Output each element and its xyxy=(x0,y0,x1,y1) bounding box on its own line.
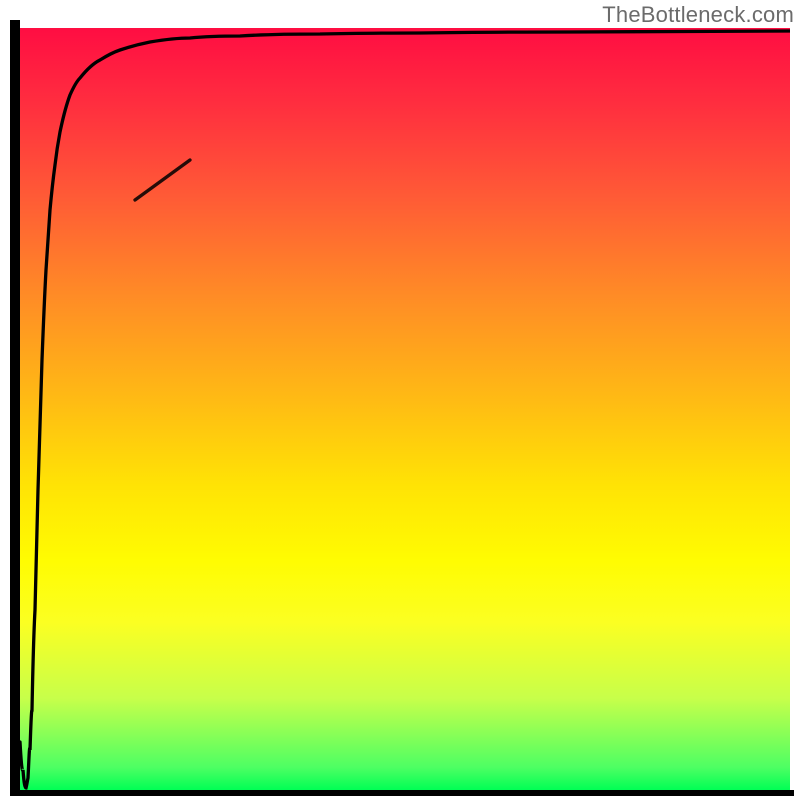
bottleneck-curve xyxy=(20,28,790,790)
curve-highlight-segment xyxy=(135,160,190,200)
curve-path xyxy=(20,31,790,788)
chart-container: TheBottleneck.com xyxy=(0,0,800,800)
x-axis xyxy=(10,790,794,796)
y-axis xyxy=(10,20,20,794)
attribution-label: TheBottleneck.com xyxy=(602,2,794,28)
